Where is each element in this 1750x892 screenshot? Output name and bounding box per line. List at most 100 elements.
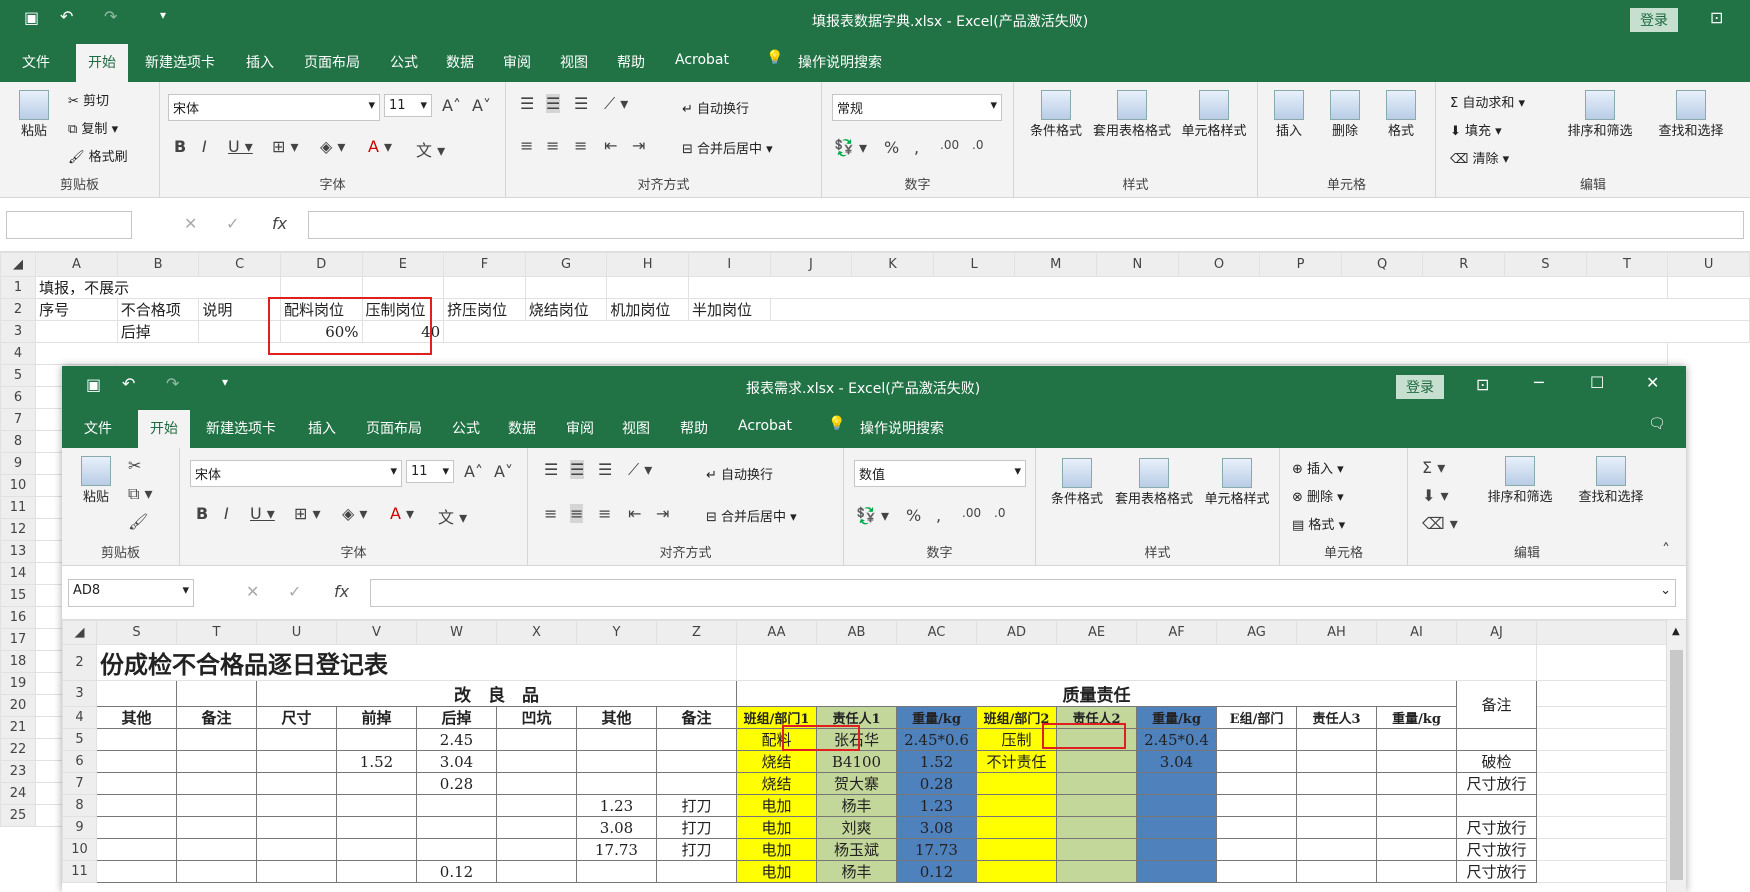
redo-icon[interactable]: ↷ bbox=[166, 374, 179, 393]
cell[interactable] bbox=[279, 276, 363, 299]
cell[interactable] bbox=[576, 728, 657, 751]
row-header[interactable]: 17 bbox=[0, 628, 37, 651]
cell[interactable]: 烧结 bbox=[736, 772, 817, 795]
tab-acrobat[interactable]: Acrobat bbox=[675, 52, 729, 68]
delete-cells-button[interactable]: ⊗ 删除 ▾ bbox=[1292, 486, 1344, 505]
cell[interactable] bbox=[416, 816, 497, 839]
sort-filter-button[interactable]: 排序和筛选 bbox=[1556, 90, 1644, 140]
tab-view[interactable]: 视图 bbox=[622, 418, 650, 438]
cell[interactable] bbox=[256, 750, 337, 773]
col-header[interactable]: E bbox=[361, 252, 445, 277]
header-cell[interactable]: 后掉 bbox=[416, 706, 497, 729]
tab-formula[interactable]: 公式 bbox=[390, 52, 418, 72]
col-header[interactable]: Q bbox=[1340, 252, 1424, 277]
cell[interactable] bbox=[256, 728, 337, 751]
row-header[interactable]: 5 bbox=[62, 728, 97, 751]
cell[interactable]: 打刀 bbox=[656, 838, 737, 861]
border-icon[interactable]: ⊞ ▾ bbox=[272, 137, 299, 156]
insert-function-icon[interactable]: fx bbox=[272, 214, 287, 233]
ribbon-display-icon[interactable]: ⊡ bbox=[1476, 375, 1489, 394]
col-header[interactable]: U bbox=[256, 620, 337, 645]
tab-help[interactable]: 帮助 bbox=[680, 418, 708, 438]
header-cell[interactable]: 其他 bbox=[96, 706, 177, 729]
cell[interactable] bbox=[576, 772, 657, 795]
col-header[interactable]: AE bbox=[1056, 620, 1137, 645]
save-icon[interactable]: ▣ bbox=[24, 8, 39, 27]
col-header[interactable]: A bbox=[35, 252, 118, 277]
close-icon[interactable]: ✕ bbox=[1646, 373, 1659, 392]
tab-review[interactable]: 审阅 bbox=[503, 52, 531, 72]
col-header[interactable]: AG bbox=[1216, 620, 1297, 645]
cell[interactable] bbox=[1136, 860, 1217, 883]
merge-center-button[interactable]: ⊟ 合并后居中 ▾ bbox=[706, 506, 797, 525]
col-header[interactable]: J bbox=[769, 252, 853, 277]
increase-indent-icon[interactable]: ⇥ bbox=[632, 136, 645, 155]
row-header[interactable]: 9 bbox=[62, 816, 97, 839]
cell[interactable] bbox=[256, 816, 337, 839]
cell[interactable] bbox=[416, 794, 497, 817]
col-header[interactable]: AI bbox=[1376, 620, 1457, 645]
align-right-icon[interactable]: ≡ bbox=[598, 504, 611, 523]
beizhu-header[interactable]: 备注 bbox=[1456, 680, 1537, 729]
cell-styles-button[interactable]: 单元格样式 bbox=[1174, 90, 1254, 140]
cell[interactable] bbox=[176, 860, 257, 883]
tell-me-search[interactable]: 操作说明搜索 bbox=[798, 52, 882, 72]
cell[interactable] bbox=[336, 860, 417, 883]
cell[interactable]: 2.45*0.6 bbox=[896, 728, 977, 751]
cell[interactable] bbox=[1216, 860, 1297, 883]
format-cells-button[interactable]: 格式 bbox=[1376, 90, 1426, 140]
cell[interactable]: 杨丰 bbox=[816, 794, 897, 817]
tab-home[interactable]: 开始 bbox=[138, 410, 190, 448]
zhiliang-header[interactable]: 质量责任 bbox=[736, 680, 1457, 707]
format-as-table-button[interactable]: 套用表格格式 bbox=[1090, 90, 1174, 140]
row-header[interactable]: 8 bbox=[62, 794, 97, 817]
select-all[interactable]: ◢ bbox=[0, 252, 37, 277]
cell[interactable] bbox=[1296, 838, 1377, 861]
tab-data[interactable]: 数据 bbox=[446, 52, 474, 72]
select-all[interactable]: ◢ bbox=[62, 620, 97, 645]
align-middle-icon[interactable]: ☰ bbox=[570, 460, 585, 479]
cell[interactable] bbox=[96, 860, 177, 883]
cell[interactable]: 序号 bbox=[35, 298, 118, 321]
cell[interactable] bbox=[96, 772, 177, 795]
customize-qa-icon[interactable]: ▾ bbox=[160, 8, 166, 22]
comma-icon[interactable]: , bbox=[914, 138, 919, 157]
cell[interactable]: 不合格项 bbox=[116, 298, 200, 321]
header-cell[interactable]: E组/部门 bbox=[1216, 706, 1297, 729]
cell[interactable]: 贺大寨 bbox=[816, 772, 897, 795]
cell[interactable]: 不计责任 bbox=[976, 750, 1057, 773]
align-center-icon[interactable]: ≡ bbox=[570, 504, 584, 523]
col-header[interactable]: G bbox=[524, 252, 608, 277]
col-header[interactable]: M bbox=[1014, 252, 1098, 277]
find-select-button[interactable]: 查找和选择 bbox=[1646, 90, 1736, 140]
cell[interactable] bbox=[656, 860, 737, 883]
cell[interactable] bbox=[1216, 728, 1297, 751]
tell-me-search[interactable]: 操作说明搜索 bbox=[860, 418, 944, 438]
decrease-decimal-icon[interactable]: .0 bbox=[972, 138, 983, 152]
autosum-icon[interactable]: Σ ▾ bbox=[1422, 458, 1445, 477]
col-header[interactable]: AF bbox=[1136, 620, 1217, 645]
cell[interactable] bbox=[1216, 838, 1297, 861]
col-header[interactable]: AB bbox=[816, 620, 897, 645]
shrink-font-icon[interactable]: A˅ bbox=[472, 96, 491, 115]
col-header[interactable]: O bbox=[1177, 252, 1261, 277]
cell[interactable]: 电加 bbox=[736, 794, 817, 817]
cell[interactable] bbox=[1136, 838, 1217, 861]
row-header[interactable]: 6 bbox=[0, 386, 37, 409]
header-cell[interactable]: 重量/kg bbox=[1136, 706, 1217, 729]
cell[interactable] bbox=[1376, 750, 1457, 773]
orientation-icon[interactable]: ⟋ ▾ bbox=[604, 94, 628, 114]
cell[interactable] bbox=[1216, 816, 1297, 839]
cell[interactable] bbox=[256, 772, 337, 795]
cell[interactable] bbox=[976, 838, 1057, 861]
cell[interactable] bbox=[96, 728, 177, 751]
cell[interactable] bbox=[1136, 794, 1217, 817]
cell[interactable]: 1.23 bbox=[576, 794, 657, 817]
cancel-icon[interactable]: ✕ bbox=[246, 582, 259, 601]
cell[interactable] bbox=[443, 276, 526, 299]
insert-cells-button[interactable]: 插入 bbox=[1264, 90, 1314, 140]
cell[interactable] bbox=[96, 750, 177, 773]
col-header[interactable]: D bbox=[279, 252, 363, 277]
cell[interactable]: 电加 bbox=[736, 860, 817, 883]
cell[interactable]: 杨丰 bbox=[816, 860, 897, 883]
